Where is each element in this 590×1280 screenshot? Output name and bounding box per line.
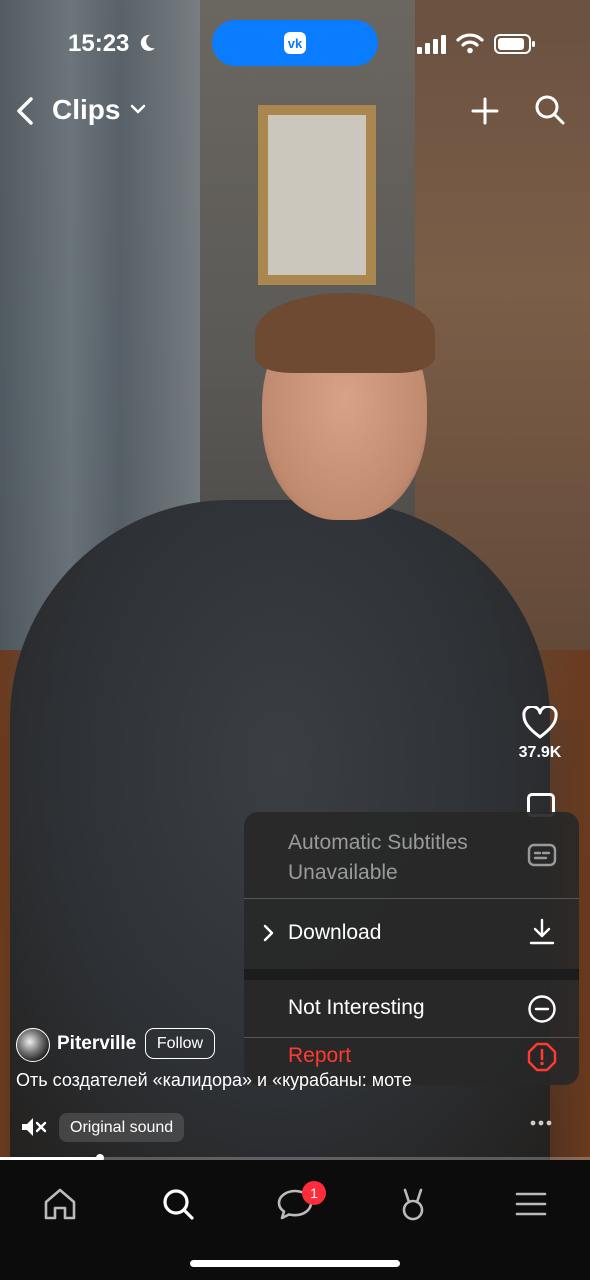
avatar[interactable] [16, 1028, 50, 1062]
menu-item-subtitles: Automatic Subtitles Unavailable [244, 812, 579, 898]
menu-item-download[interactable]: Download [244, 899, 579, 969]
clips-icon[interactable] [393, 1184, 433, 1224]
back-icon[interactable] [14, 96, 36, 126]
original-sound-pill[interactable]: Original sound [59, 1113, 185, 1142]
like-count: 37.9K [518, 744, 562, 761]
context-menu: Automatic Subtitles Unavailable Download… [244, 812, 579, 1085]
menu-item-label: Not Interesting [288, 996, 425, 1019]
chevron-right-icon [263, 924, 274, 942]
author-name[interactable]: Piterville [57, 1033, 136, 1055]
subtitles-icon [527, 843, 557, 867]
wifi-icon [456, 33, 484, 54]
page-title[interactable]: Clips [52, 94, 120, 126]
menu-icon[interactable] [511, 1184, 551, 1224]
person-hair [255, 293, 435, 373]
chevron-down-icon[interactable] [130, 103, 146, 115]
menu-item-label: Automatic Subtitles Unavailable [288, 831, 468, 884]
follow-button[interactable]: Follow [145, 1028, 215, 1059]
heart-icon[interactable] [522, 706, 558, 740]
download-icon [529, 918, 555, 945]
vk-logo-icon: vk [284, 32, 306, 54]
search-tab-icon[interactable] [158, 1184, 198, 1224]
menu-group-divider [244, 969, 579, 980]
minus-circle-icon [528, 995, 556, 1023]
muted-speaker-icon[interactable] [20, 1115, 48, 1139]
status-time: 15:23 [68, 30, 130, 57]
menu-item-label: Download [288, 921, 382, 944]
alert-octagon-icon [527, 1042, 557, 1072]
status-bar: 15:23 vk [0, 0, 590, 88]
clip-caption[interactable]: Оть создателей «калидора» и «курабаны: м… [16, 1070, 516, 1091]
plus-icon[interactable] [470, 96, 500, 126]
battery-icon [494, 34, 535, 54]
vk-app-pill[interactable]: vk [212, 20, 378, 66]
search-icon[interactable] [534, 94, 566, 126]
home-icon[interactable] [40, 1184, 80, 1224]
menu-item-not-interesting[interactable]: Not Interesting [244, 980, 579, 1037]
moon-icon [140, 34, 155, 51]
home-indicator [190, 1260, 400, 1267]
menu-item-label: Report [288, 1044, 352, 1067]
clips-header: Clips [0, 88, 590, 134]
messages-badge: 1 [302, 1181, 326, 1205]
more-horizontal-icon[interactable] [529, 1118, 553, 1128]
signal-icon [417, 35, 446, 54]
